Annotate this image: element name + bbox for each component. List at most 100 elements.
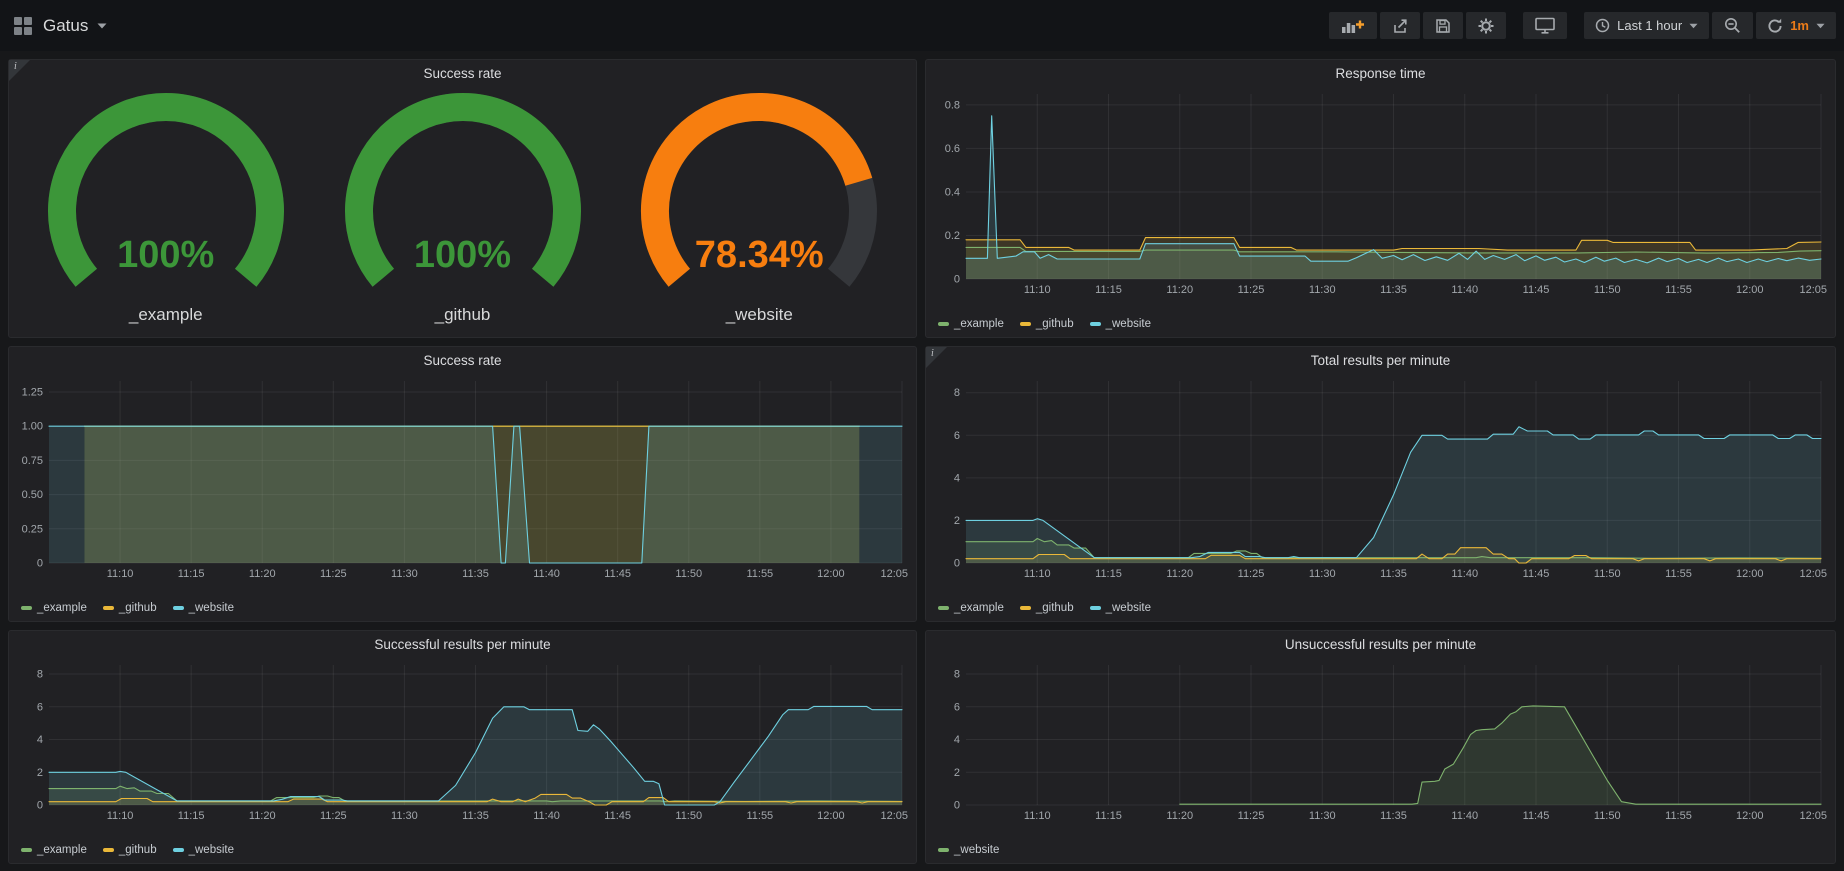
x-axis-label: 11:50 (1594, 810, 1621, 822)
x-axis-label: 11:25 (320, 568, 347, 580)
zoom-out-button[interactable] (1712, 12, 1753, 39)
x-axis-label: 11:45 (1523, 284, 1550, 296)
gear-icon (1478, 18, 1494, 34)
x-axis-label: 11:15 (178, 568, 205, 580)
legend-swatch (103, 606, 114, 610)
legend-item-_github[interactable]: _github (103, 844, 157, 856)
x-axis-label: 11:45 (1523, 810, 1550, 822)
caret-down-icon (1689, 23, 1698, 29)
legend-label: _github (1036, 602, 1074, 614)
time-range-picker[interactable]: Last 1 hour (1584, 12, 1709, 39)
legend-label: _website (1106, 318, 1151, 330)
panel-success-rate: Success rate 11:1011:1511:2011:2511:3011… (8, 346, 917, 622)
gauge-label: _website (726, 305, 793, 325)
legend-swatch (1020, 322, 1031, 326)
y-axis-label: 1.00 (22, 421, 43, 433)
panel-title[interactable]: Successful results per minute (9, 637, 916, 652)
x-axis-label: 11:45 (604, 568, 631, 580)
tv-mode-button[interactable] (1523, 12, 1567, 39)
grafana-logo-grid-icon[interactable] (13, 16, 33, 36)
x-axis-label: 11:55 (1665, 568, 1692, 580)
legend-label: _example (37, 602, 87, 614)
dashboard-title[interactable]: Gatus (43, 16, 107, 36)
y-axis-label: 1.25 (22, 386, 43, 398)
panel-title[interactable]: Success rate (9, 66, 916, 81)
x-axis-label: 11:55 (746, 810, 773, 822)
y-axis-label: 0.2 (945, 230, 960, 242)
x-axis-label: 12:05 (1799, 284, 1827, 296)
legend-item-_website[interactable]: _website (938, 844, 999, 856)
panel-title[interactable]: Response time (926, 66, 1835, 81)
gauge-_website: 78.34%_website (619, 90, 899, 325)
x-axis-label: 11:30 (1309, 810, 1336, 822)
legend: _website (938, 844, 999, 856)
x-axis-label: 12:00 (1736, 284, 1764, 296)
x-axis-label: 12:05 (880, 810, 908, 822)
gauges-row: 100%_example100%_github78.34%_website (9, 90, 916, 325)
gauge-_example: 100%_example (26, 90, 306, 325)
x-axis-label: 11:35 (462, 810, 489, 822)
x-axis-label: 11:50 (675, 568, 702, 580)
legend-item-_website[interactable]: _website (173, 844, 234, 856)
x-axis-label: 11:55 (1665, 284, 1692, 296)
x-axis-label: 11:20 (1166, 284, 1193, 296)
successful-results-chart: 11:1011:1511:2011:2511:3011:3511:4011:45… (15, 659, 910, 823)
legend-item-_github[interactable]: _github (103, 602, 157, 614)
y-axis-label: 0.50 (22, 489, 43, 501)
y-axis-label: 2 (37, 767, 43, 779)
share-icon (1392, 18, 1408, 34)
x-axis-label: 11:35 (1380, 568, 1407, 580)
unsuccessful-results-chart: 11:1011:1511:2011:2511:3011:3511:4011:45… (932, 659, 1829, 823)
legend-item-_example[interactable]: _example (938, 602, 1004, 614)
y-axis-label: 8 (954, 387, 960, 399)
x-axis-label: 11:20 (249, 568, 276, 580)
settings-button[interactable] (1466, 12, 1506, 39)
refresh-interval-button[interactable]: 1m (1756, 12, 1836, 39)
legend-item-_example[interactable]: _example (938, 318, 1004, 330)
x-axis-label: 11:40 (1451, 284, 1478, 296)
legend-item-_example[interactable]: _example (21, 844, 87, 856)
legend-label: _website (189, 602, 234, 614)
y-axis-label: 0.75 (22, 455, 43, 467)
legend-label: _website (1106, 602, 1151, 614)
share-button[interactable] (1380, 12, 1420, 39)
response-time-chart: 11:1011:1511:2011:2511:3011:3511:4011:45… (932, 88, 1829, 297)
panel-title[interactable]: Total results per minute (926, 353, 1835, 368)
y-axis-label: 4 (954, 734, 960, 746)
panel-title[interactable]: Success rate (9, 353, 916, 368)
legend-label: _website (189, 844, 234, 856)
legend-item-_github[interactable]: _github (1020, 602, 1074, 614)
navbar: Gatus (0, 0, 1844, 51)
gauge-value: 100% (323, 234, 603, 277)
legend-label: _example (954, 602, 1004, 614)
x-axis-label: 11:55 (746, 568, 773, 580)
legend-item-_website[interactable]: _website (173, 602, 234, 614)
legend-item-_website[interactable]: _website (1090, 318, 1151, 330)
x-axis-label: 11:25 (1238, 284, 1265, 296)
x-axis-label: 11:15 (1095, 810, 1122, 822)
legend-label: _example (954, 318, 1004, 330)
save-button[interactable] (1423, 12, 1463, 39)
x-axis-label: 11:40 (533, 568, 560, 580)
legend: _example _github _website (938, 602, 1151, 614)
x-axis-label: 11:35 (462, 568, 489, 580)
y-axis-label: 4 (954, 472, 960, 484)
legend-item-_example[interactable]: _example (21, 602, 87, 614)
success-rate-chart: 11:1011:1511:2011:2511:3011:3511:4011:45… (15, 375, 910, 581)
dashboard-title-text: Gatus (43, 16, 88, 36)
legend: _example _github _website (938, 318, 1151, 330)
legend-swatch (938, 848, 949, 852)
legend-item-_website[interactable]: _website (1090, 602, 1151, 614)
panel-successful-results: Successful results per minute 11:1011:15… (8, 630, 917, 864)
legend-swatch (938, 322, 949, 326)
panel-title[interactable]: Unsuccessful results per minute (926, 637, 1835, 652)
y-axis-label: 0.4 (945, 186, 960, 198)
legend-label: _website (954, 844, 999, 856)
x-axis-label: 11:45 (1523, 568, 1550, 580)
legend-item-_github[interactable]: _github (1020, 318, 1074, 330)
x-axis-label: 11:20 (249, 810, 276, 822)
x-axis-label: 11:50 (1594, 284, 1621, 296)
add-panel-button[interactable] (1329, 12, 1377, 39)
x-axis-label: 11:45 (604, 810, 631, 822)
panel-total-results: i Total results per minute 11:1011:1511:… (925, 346, 1836, 622)
